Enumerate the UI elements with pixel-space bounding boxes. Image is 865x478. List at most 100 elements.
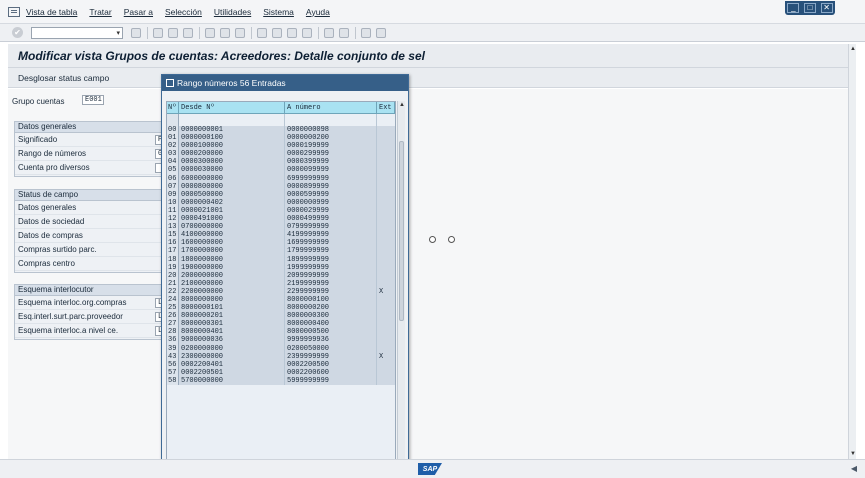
cell-ext[interactable] [377, 304, 395, 313]
cell-hasta[interactable]: 8000000500 [285, 328, 377, 337]
cell-desde[interactable]: 1700000000 [179, 247, 285, 256]
menu-icon[interactable] [8, 6, 20, 17]
column-header-desde[interactable]: Desde Nº [179, 102, 285, 113]
scroll-thumb[interactable] [399, 141, 404, 321]
cell-desde[interactable]: 4100000000 [179, 231, 285, 240]
table-row[interactable]: 12 0000491000 0000499999 [167, 215, 395, 224]
table-row[interactable]: 20 2000000000 2099999999 [167, 271, 395, 280]
chevron-down-icon[interactable]: ▾ [116, 29, 120, 37]
cell-hasta[interactable]: 9999999936 [285, 336, 377, 345]
menu-item-sistema[interactable]: Sistema [263, 7, 294, 17]
cell-desde[interactable]: 0000030000 [179, 166, 285, 175]
cell-ext[interactable] [377, 231, 395, 240]
cell-ext[interactable] [377, 263, 395, 272]
save-button[interactable] [131, 27, 141, 38]
column-header-ext[interactable]: Ext [377, 102, 395, 113]
cell-no[interactable]: 02 [167, 142, 179, 151]
table-row[interactable]: 00 0000000001 0000000098 [167, 126, 395, 135]
layout-button[interactable] [376, 27, 386, 38]
cell-desde[interactable]: 0700000000 [179, 223, 285, 232]
print-button[interactable] [205, 27, 215, 38]
table-row[interactable]: 25 8000000101 8000000200 [167, 304, 395, 313]
cell-hasta[interactable]: 1899999999 [285, 255, 377, 264]
table-row[interactable]: 28 8000000401 8000000500 [167, 328, 395, 337]
table-row[interactable]: 24 8000000000 8000000100 [167, 295, 395, 305]
cell-desde[interactable]: 0000491000 [179, 215, 285, 224]
cell-hasta[interactable]: 0000899999 [285, 182, 377, 191]
cell-no[interactable]: 43 [167, 352, 179, 361]
table-row[interactable]: 13 0700000000 0799999999 [167, 223, 395, 232]
column-header-no[interactable]: Nº [167, 102, 179, 113]
cell-no[interactable]: 15 [167, 231, 179, 240]
status-compras-surtido[interactable]: Compras surtido parc. [15, 243, 165, 257]
cell-ext[interactable] [377, 190, 395, 199]
cell-desde[interactable]: 8000000301 [179, 320, 285, 329]
cell-no[interactable]: 01 [167, 134, 179, 143]
menu-item-pasar-a[interactable]: Pasar a [124, 7, 153, 17]
cell-ext[interactable] [377, 215, 395, 224]
cell-desde[interactable]: 5700000000 [179, 376, 285, 385]
cell-no[interactable]: 22 [167, 287, 179, 296]
cancel-button[interactable] [183, 27, 193, 38]
cell-hasta[interactable]: 0200050000 [285, 344, 377, 353]
status-compras-centro[interactable]: Compras centro [15, 257, 165, 271]
cell-desde[interactable]: 0000200000 [179, 150, 285, 159]
cell-no[interactable]: 06 [167, 174, 179, 183]
cell-no[interactable]: 39 [167, 344, 179, 353]
cell-no[interactable]: 07 [167, 182, 179, 191]
cell-hasta[interactable]: 0000000999 [285, 198, 377, 207]
first-page-button[interactable] [257, 27, 267, 38]
enter-check-icon[interactable]: ✔ [12, 27, 23, 38]
cell-no[interactable]: 18 [167, 255, 179, 264]
cell-ext[interactable] [377, 279, 395, 288]
table-row[interactable]: 57 0002200501 0002200600 [167, 368, 395, 377]
cell-ext[interactable] [377, 134, 395, 143]
cell-desde[interactable]: 0000300000 [179, 158, 285, 167]
cell-desde[interactable]: 0200000000 [179, 344, 285, 353]
cell-desde[interactable]: 1800000000 [179, 255, 285, 264]
cell-hasta[interactable]: 1999999999 [285, 263, 377, 272]
cell-ext[interactable] [377, 150, 395, 159]
cell-ext[interactable] [377, 174, 395, 183]
cell-desde[interactable]: 2300000000 [179, 352, 285, 361]
table-row[interactable]: 07 0000800000 0000899999 [167, 182, 395, 191]
cell-no[interactable]: 11 [167, 206, 179, 216]
cell-ext[interactable]: X [377, 352, 395, 361]
status-arrow-icon[interactable]: ◀ [851, 464, 857, 473]
cell-ext[interactable] [377, 336, 395, 345]
cell-hasta[interactable]: 0002200500 [285, 360, 377, 369]
cell-desde[interactable]: 2100000000 [179, 279, 285, 288]
cell-no[interactable]: 28 [167, 328, 179, 337]
cell-ext[interactable] [377, 320, 395, 329]
cell-desde[interactable]: 6000000000 [179, 174, 285, 183]
cell-ext[interactable] [377, 344, 395, 353]
back-button[interactable] [153, 27, 163, 38]
cell-ext[interactable] [377, 255, 395, 264]
maximize-icon[interactable]: □ [803, 3, 816, 13]
cell-desde[interactable]: 8000000401 [179, 328, 285, 337]
command-field[interactable]: ▾ [31, 26, 123, 39]
dialog-scrollbar[interactable]: ▲ ▼ [397, 101, 405, 469]
menu-item-ayuda[interactable]: Ayuda [306, 7, 330, 17]
cell-ext[interactable] [377, 126, 395, 135]
cell-ext[interactable] [377, 360, 395, 369]
cell-hasta[interactable]: 0000000200 [285, 134, 377, 143]
status-datos-generales[interactable]: Datos generales [15, 201, 165, 215]
cell-hasta[interactable]: 0000029999 [285, 206, 377, 216]
cell-desde[interactable]: 0000800000 [179, 182, 285, 191]
cell-ext[interactable] [377, 376, 395, 385]
cell-no[interactable]: 00 [167, 126, 179, 135]
cell-ext[interactable] [377, 247, 395, 256]
table-row[interactable]: 11 0000021001 0000029999 [167, 206, 395, 216]
cell-hasta[interactable]: 0000499999 [285, 215, 377, 224]
cell-ext[interactable] [377, 328, 395, 337]
menu-item-utilidades[interactable]: Utilidades [214, 7, 251, 17]
cell-no[interactable]: 12 [167, 215, 179, 224]
cell-desde[interactable]: 8000000201 [179, 312, 285, 321]
minimize-icon[interactable]: _ [787, 3, 800, 13]
help-button[interactable] [361, 27, 371, 38]
status-datos-sociedad[interactable]: Datos de sociedad [15, 215, 165, 229]
scroll-up-icon[interactable]: ▲ [399, 102, 405, 108]
cell-no[interactable]: 58 [167, 376, 179, 385]
cell-no[interactable]: 27 [167, 320, 179, 329]
